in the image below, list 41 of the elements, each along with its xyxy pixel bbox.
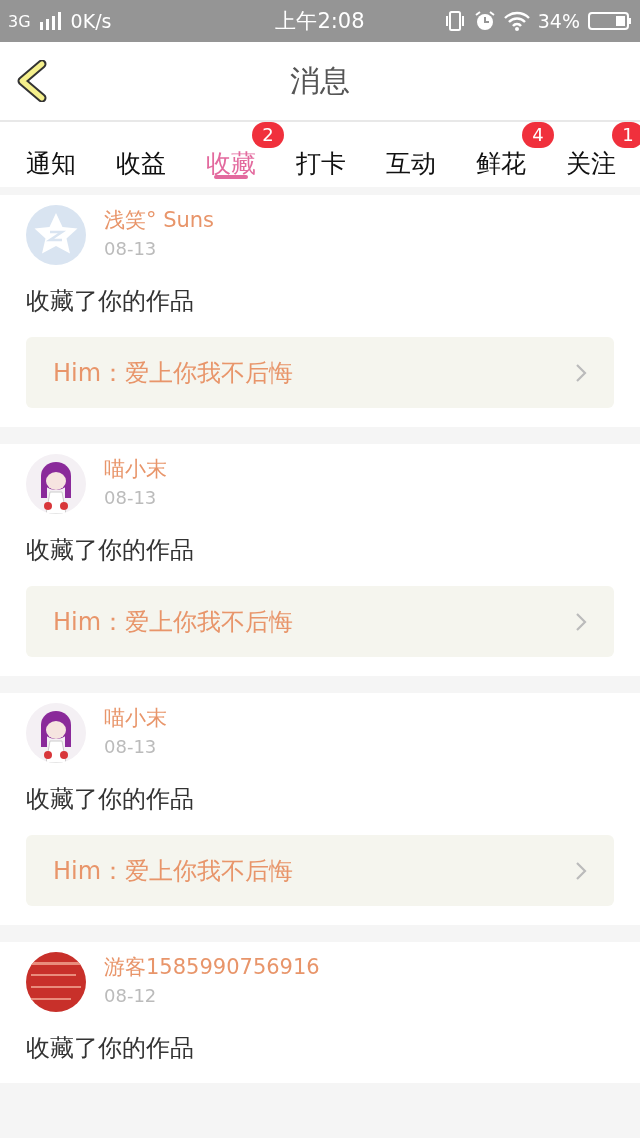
battery-percent: 34% (537, 10, 580, 32)
network-type: 3G (8, 11, 31, 31)
chevron-right-icon (574, 610, 588, 633)
work-link[interactable]: Him：爱上你我不后悔 (26, 337, 614, 408)
wifi-icon (503, 11, 530, 31)
count-badge: 1 (612, 122, 640, 148)
user-name[interactable]: 浅笑° Suns (104, 205, 215, 234)
user-name[interactable]: 喵小末 (104, 454, 167, 483)
message-date: 08-13 (104, 486, 158, 508)
network-speed: 0K/s (70, 10, 112, 32)
user-name[interactable]: 喵小末 (104, 703, 167, 732)
message-date: 08-13 (104, 735, 158, 757)
back-icon (16, 60, 48, 102)
chevron-right-icon (574, 859, 588, 882)
alarm-icon (473, 10, 496, 32)
message-text: 收藏了你的作品 (26, 784, 195, 815)
page-title: 消息 (290, 61, 350, 100)
tab[interactable]: 收益 (106, 122, 176, 187)
back-button[interactable] (16, 60, 48, 102)
tab-underline (214, 175, 248, 179)
chevron-right-icon (574, 361, 588, 384)
vibrate-icon (443, 10, 466, 32)
work-title: Him：爱上你我不后悔 (53, 357, 294, 389)
message-text: 收藏了你的作品 (26, 1033, 195, 1064)
user-name[interactable]: 游客1585990756916 (104, 952, 320, 981)
message-date: 08-12 (104, 984, 158, 1006)
work-title: Him：爱上你我不后悔 (53, 855, 294, 887)
work-title: Him：爱上你我不后悔 (53, 606, 294, 638)
tab[interactable]: 通知 (16, 122, 86, 187)
work-link[interactable]: Him：爱上你我不后悔 (26, 835, 614, 906)
count-badge: 2 (252, 122, 284, 148)
count-badge: 4 (522, 122, 554, 148)
tab[interactable]: 打卡 (286, 122, 356, 187)
signal-icon (38, 12, 63, 30)
clock-time: 上午2:08 (275, 8, 365, 35)
work-link[interactable]: Him：爱上你我不后悔 (26, 586, 614, 657)
message-text: 收藏了你的作品 (26, 535, 195, 566)
message-text: 收藏了你的作品 (26, 286, 195, 317)
tab[interactable]: 互动 (376, 122, 446, 187)
message-date: 08-13 (104, 237, 158, 259)
battery-icon (588, 11, 632, 31)
